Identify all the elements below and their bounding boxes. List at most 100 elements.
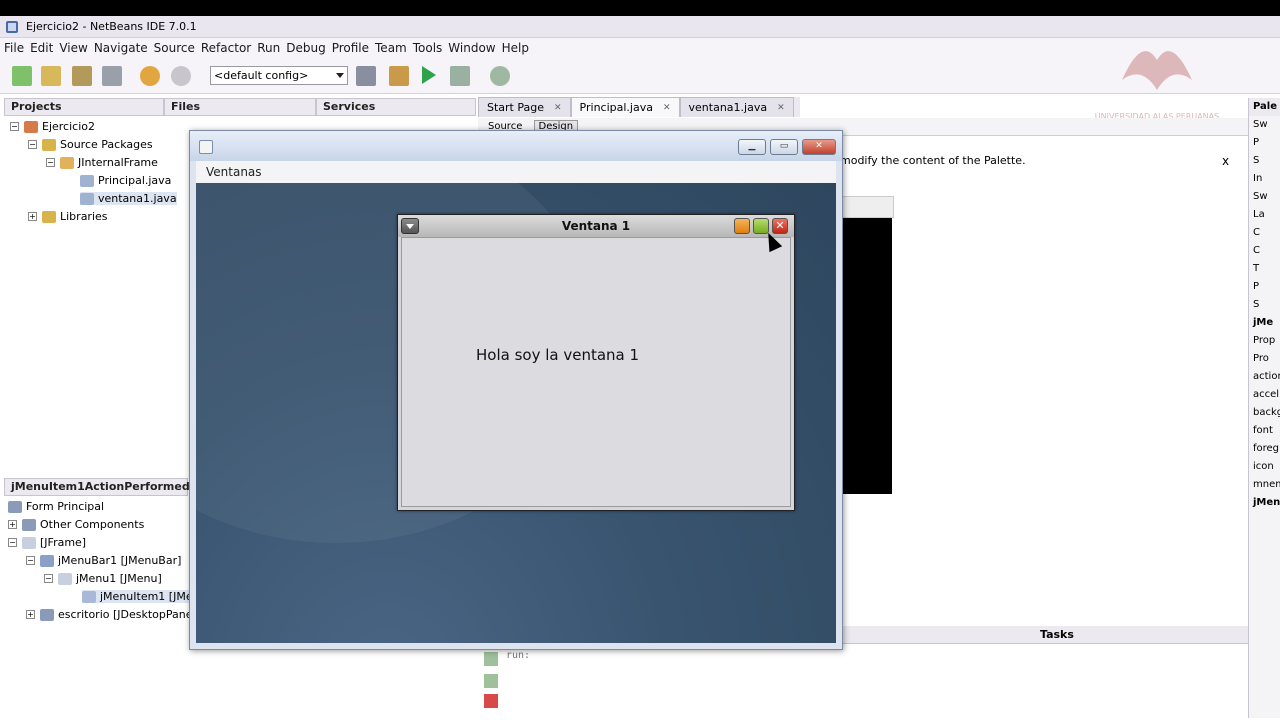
tab-services[interactable]: Services <box>316 98 476 116</box>
menu-ventanas[interactable]: Ventanas <box>206 165 262 179</box>
menu-tools[interactable]: Tools <box>413 41 443 55</box>
property-row[interactable]: icon <box>1249 458 1280 476</box>
menu-window[interactable]: Window <box>448 41 495 55</box>
property-row[interactable]: accel <box>1249 386 1280 404</box>
build-icon[interactable] <box>356 66 376 86</box>
tab-tasks[interactable]: Tasks <box>1040 628 1074 641</box>
palette-item[interactable]: C <box>1249 242 1280 260</box>
menu-file[interactable]: File <box>4 41 24 55</box>
menu-refactor[interactable]: Refactor <box>201 41 251 55</box>
close-icon[interactable]: ✕ <box>554 99 562 117</box>
tree-item-ventana1[interactable]: ventana1.java <box>80 192 177 205</box>
collapse-icon[interactable]: − <box>46 158 55 167</box>
clean-build-icon[interactable] <box>389 66 409 86</box>
tree-item-libraries[interactable]: + Libraries <box>28 210 108 223</box>
collapse-icon[interactable]: − <box>28 140 37 149</box>
collapse-icon[interactable]: − <box>8 538 17 547</box>
config-value: <default config> <box>214 69 309 82</box>
tab-projects[interactable]: Projects <box>4 98 164 116</box>
config-select[interactable]: <default config> <box>210 66 348 85</box>
app-window: ▁ ▭ ✕ Ventanas Ventana 1 ✕ Hola soy la v… <box>189 130 843 650</box>
property-row[interactable]: action <box>1249 368 1280 386</box>
frame-icon <box>22 536 36 549</box>
save-all-icon[interactable] <box>102 66 122 86</box>
property-row[interactable]: foreg <box>1249 440 1280 458</box>
minimize-button[interactable]: ▁ <box>738 139 766 155</box>
app-title-bar[interactable]: ▁ ▭ ✕ <box>190 131 842 161</box>
ide-title: Ejercicio2 - NetBeans IDE 7.0.1 <box>26 20 197 33</box>
palette-item[interactable]: Sw <box>1249 116 1280 134</box>
tree-label: ventana1.java <box>98 192 177 205</box>
frame-menu-icon[interactable] <box>401 218 419 234</box>
tab-start-page[interactable]: Start Page ✕ <box>478 97 571 117</box>
palette-item[interactable]: T <box>1249 260 1280 278</box>
expand-icon[interactable]: + <box>26 610 35 619</box>
tab-ventana1[interactable]: ventana1.java ✕ <box>679 97 794 117</box>
frame-maximize-button[interactable] <box>753 218 769 234</box>
menu-edit[interactable]: Edit <box>30 41 53 55</box>
palette-item[interactable]: In <box>1249 170 1280 188</box>
palette-item[interactable]: Sw <box>1249 188 1280 206</box>
redo-icon[interactable] <box>171 66 191 86</box>
menu-help[interactable]: Help <box>502 41 529 55</box>
nav-item-menu[interactable]: − jMenu1 [JMenu] <box>44 572 162 585</box>
expand-icon[interactable]: + <box>8 520 17 529</box>
collapse-icon[interactable]: − <box>26 556 35 565</box>
rerun-different-icon[interactable] <box>484 674 498 688</box>
run-icon[interactable] <box>422 66 436 84</box>
frame-minimize-button[interactable] <box>734 218 750 234</box>
menu-team[interactable]: Team <box>375 41 407 55</box>
menu-source[interactable]: Source <box>154 41 195 55</box>
nav-item-jframe[interactable]: − [JFrame] <box>8 536 86 549</box>
tree-item-principal[interactable]: Principal.java <box>80 174 171 187</box>
menu-debug[interactable]: Debug <box>286 41 325 55</box>
collapse-icon[interactable]: − <box>10 122 19 131</box>
tree-item-package[interactable]: − JInternalFrame <box>46 156 158 169</box>
tree-label: JInternalFrame <box>78 156 158 169</box>
close-icon[interactable]: ✕ <box>777 99 785 117</box>
rerun-icon[interactable] <box>484 652 498 666</box>
palette-note-close[interactable]: x <box>1222 150 1229 172</box>
profile-icon[interactable] <box>490 66 510 86</box>
palette-item[interactable]: P <box>1249 278 1280 296</box>
palette-item[interactable]: S <box>1249 152 1280 170</box>
nav-item-menubar[interactable]: − jMenuBar1 [JMenuBar] <box>26 554 181 567</box>
tree-item-project[interactable]: − Ejercicio2 <box>10 120 95 133</box>
new-file-icon[interactable] <box>12 66 32 86</box>
collapse-icon[interactable]: − <box>44 574 53 583</box>
expand-icon[interactable]: + <box>28 212 37 221</box>
menu-view[interactable]: View <box>59 41 87 55</box>
property-row[interactable]: backg <box>1249 404 1280 422</box>
palette-item[interactable]: S <box>1249 296 1280 314</box>
menu-navigate[interactable]: Navigate <box>94 41 148 55</box>
tree-label: jMenuItem1 [JMen <box>100 590 200 603</box>
palette-item[interactable]: P <box>1249 134 1280 152</box>
palette-item[interactable]: La <box>1249 206 1280 224</box>
new-project-icon[interactable] <box>41 66 61 86</box>
nav-item-other[interactable]: + Other Components <box>8 518 144 531</box>
undo-icon[interactable] <box>140 66 160 86</box>
nav-item-menuitem[interactable]: jMenuItem1 [JMen <box>82 590 200 603</box>
properties-section[interactable]: Pro <box>1249 350 1280 368</box>
internal-frame-content: Hola soy la ventana 1 <box>401 237 791 507</box>
palette-item[interactable]: C <box>1249 224 1280 242</box>
nav-item-form[interactable]: Form Principal <box>8 500 104 513</box>
java-form-icon <box>80 174 94 187</box>
maximize-button[interactable]: ▭ <box>770 139 798 155</box>
stop-icon[interactable] <box>484 694 498 708</box>
tab-files[interactable]: Files <box>164 98 316 116</box>
property-row[interactable]: mnem <box>1249 476 1280 494</box>
close-icon[interactable]: ✕ <box>663 99 671 117</box>
close-button[interactable]: ✕ <box>802 139 836 155</box>
menu-profile[interactable]: Profile <box>332 41 369 55</box>
tab-principal[interactable]: Principal.java ✕ <box>570 97 680 117</box>
debug-icon[interactable] <box>450 66 470 86</box>
tree-item-source-packages[interactable]: − Source Packages <box>28 138 153 151</box>
left-tabs: Projects Files Services <box>4 98 476 116</box>
menu-run[interactable]: Run <box>257 41 280 55</box>
property-row[interactable]: font <box>1249 422 1280 440</box>
tree-label: Other Components <box>40 518 145 531</box>
open-project-icon[interactable] <box>72 66 92 86</box>
nav-item-desktop[interactable]: + escritorio [JDesktopPane] <box>26 608 197 621</box>
properties-tab[interactable]: Prop <box>1249 332 1280 350</box>
